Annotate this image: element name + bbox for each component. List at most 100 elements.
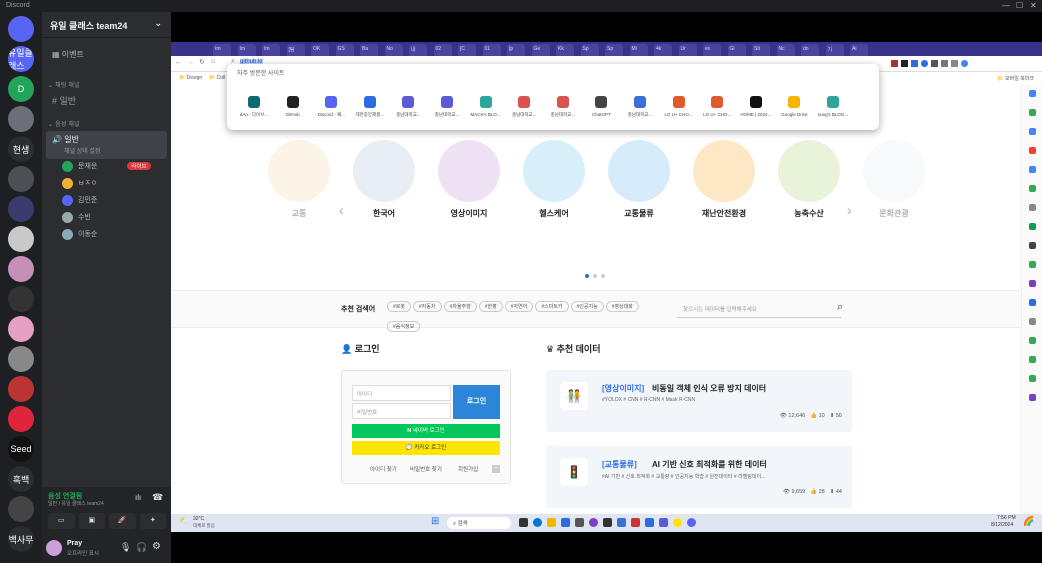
category-item[interactable]: 한국어 [353,140,415,219]
server-heukbaek[interactable]: 흑백 [8,466,34,492]
browser-tab[interactable]: Sp [580,44,599,56]
category-item[interactable]: 영상이미지 [438,140,500,219]
signal-icon[interactable]: ılı [135,493,141,502]
extension-icon[interactable] [931,60,938,67]
server-seed[interactable]: Seed [8,436,34,462]
frequent-site[interactable]: Discord - 채... [312,96,350,118]
folder-icon[interactable] [547,518,556,527]
voice-location[interactable]: 일반 / 유일 클래스 team24 [48,500,104,507]
extension-icon[interactable] [901,60,908,67]
frequent-site[interactable]: 대한중앙제품... [351,96,389,118]
mobile-bookmarks[interactable]: 📁 모바일 북마크 [997,75,1034,82]
search-input[interactable]: 찾으시는 데이터를 입력해주세요 ⌕ [677,300,843,318]
server-9[interactable] [8,286,34,312]
server-8[interactable] [8,256,34,282]
server-13[interactable] [8,406,34,432]
reload-icon[interactable]: ↻ [199,58,205,66]
chevron-down-icon[interactable]: ⌄ [154,18,162,29]
app-icon[interactable] [631,518,640,527]
browser-tab[interactable]: 01 [482,44,501,56]
server-hyunsaeng[interactable]: 현생 [8,136,34,162]
login-button[interactable]: 로그인 [453,385,500,419]
side-panel-icon[interactable] [1029,128,1036,135]
search-tag[interactable]: #인공지능 [570,301,604,312]
card-category[interactable]: [영상이미지] [602,383,644,394]
browser-tab[interactable]: Nc [776,44,795,56]
side-panel-icon[interactable] [1029,109,1036,116]
profile-icon[interactable] [961,60,968,67]
browser-tab[interactable]: Sti [752,44,770,56]
frequent-site[interactable]: LG U+ CHO... [660,96,698,117]
browser-tab[interactable]: Ur [678,44,697,56]
discord-icon[interactable] [687,518,696,527]
avatar[interactable] [62,228,73,240]
frequent-site[interactable]: 충남대학교... [505,96,543,118]
frequent-site[interactable]: HOME | 2024... [737,96,775,117]
app-icon[interactable] [645,518,654,527]
frequent-site[interactable]: MACK's BLO... [467,96,505,117]
frequent-site[interactable]: dAn - 다이브... [235,96,273,118]
category-item[interactable]: 농축수산 [778,140,840,219]
browser-tab[interactable]: GS [335,44,354,56]
side-panel-icon[interactable] [1029,166,1036,173]
side-panel-icon[interactable] [1029,185,1036,192]
search-tag[interactable]: #자율주행 [443,301,477,312]
close-button[interactable]: ✕ [1030,1,1037,10]
server-10[interactable] [8,316,34,342]
category-item[interactable]: 교통물류 [608,140,670,219]
maximize-button[interactable]: ☐ [1016,1,1023,10]
side-panel-icon[interactable] [1029,147,1036,154]
activity-icon[interactable]: 🚀 [109,513,136,529]
category-voice[interactable]: ⌄ 음성 채널 [48,119,80,128]
voice-user[interactable]: ㅂㅈㅇ [62,177,97,189]
carousel-dot[interactable] [585,274,589,278]
side-panel-icon[interactable] [1029,394,1036,401]
side-panel-icon[interactable] [1029,356,1036,363]
edge-icon[interactable] [533,518,542,527]
kakao-login-button[interactable]: 💬 카카오 로그인 [352,441,500,455]
card-title[interactable]: AI 기반 신호 최적화를 위한 데이터 [652,459,767,470]
side-panel-icon[interactable] [1029,280,1036,287]
browser-tab[interactable]: Im [213,44,231,56]
side-panel-icon[interactable] [1029,261,1036,268]
channel-text-general[interactable]: # 일반 [46,91,167,107]
voice-user[interactable]: 김민준 [62,194,97,206]
data-card[interactable]: 🧑‍🤝‍🧑 [영상이미지] 비동일 객체 인식 오류 방지 데이터 #YOLOX # … [546,370,852,432]
browser-tab[interactable]: 02 [433,44,452,56]
server-11[interactable] [8,346,34,372]
frequent-site[interactable]: 충남대학교... [544,96,582,118]
app-icon[interactable] [561,518,570,527]
extension-icon[interactable] [921,60,928,67]
disconnect-icon[interactable]: ☎ [152,492,163,503]
side-panel-icon[interactable] [1029,90,1036,97]
frequent-site[interactable]: 충남대학교... [389,96,427,118]
browser-tab[interactable]: Ai [850,44,868,56]
browser-tab[interactable]: Im [262,44,280,56]
browser-tab[interactable]: Mi [629,44,648,56]
voice-user[interactable]: 이동순 [62,228,97,240]
server-16[interactable] [8,496,34,522]
naver-login-button[interactable]: N 네이버 로그인 [352,424,500,438]
windows-start-icon[interactable]: ⊞ [431,516,439,527]
side-panel-icon[interactable] [1029,337,1036,344]
app-icon[interactable] [603,518,612,527]
download-icon[interactable] [941,60,948,67]
avatar[interactable] [62,194,73,206]
server-baeksamu[interactable]: 백사무 [8,526,34,552]
browser-tab[interactable]: 기 [825,44,844,56]
frequent-site[interactable]: 충남대학교... [428,96,466,118]
server-2[interactable] [8,106,34,132]
side-panel-icon[interactable] [1029,223,1036,230]
server-yuil[interactable]: 유일클래스 [8,46,34,72]
frequent-site[interactable]: Google Drive [775,96,813,117]
search-tag[interactable]: #자연어 [504,301,534,312]
soundboard-icon[interactable]: ✦ [139,513,166,529]
avatar[interactable] [46,540,62,556]
browser-tab[interactable]: 4k [654,44,672,56]
side-panel-icon[interactable] [1029,318,1036,325]
extension-icon[interactable] [911,60,918,67]
gear-icon[interactable]: ⚙ [152,541,161,552]
channel-voice-general[interactable]: 🔊 일반 채널 상태 설정 [46,131,167,159]
browser-tab[interactable]: dn [801,44,819,56]
signup-link[interactable]: 회원가입 [458,465,478,473]
